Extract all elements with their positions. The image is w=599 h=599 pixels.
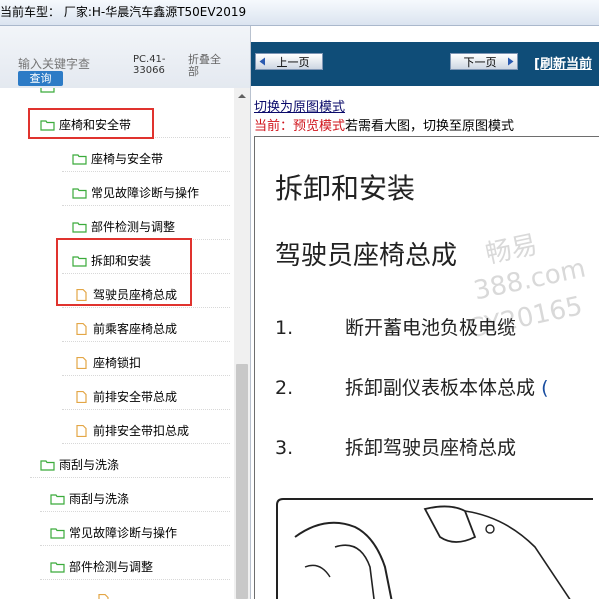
folder-open-icon	[72, 222, 87, 233]
document-preview: 畅易 388.com CY20165 拆卸和安装 驾驶员座椅总成 1. 断开蓄电池…	[254, 136, 599, 599]
catalog-tree: 座椅和安全带 座椅与安全带 常见故障诊断与操作 部件检测与调整 拆卸和安装 驾驶…	[0, 88, 234, 599]
procedure-step: 1. 断开蓄电池负极电缆	[275, 317, 517, 339]
left-panel: 查询 PC.41-33066 折叠全部 座椅和安全带 座椅与安全带 常见故障诊断…	[0, 26, 251, 599]
page-nav-bar: 上一页 下一页 [刷新当前	[251, 42, 599, 86]
tree-item-label: 前排安全带总成	[93, 390, 178, 404]
folder-open-icon	[50, 528, 65, 539]
tree-item-label: 前排安全带扣总成	[93, 424, 190, 438]
next-page-button[interactable]: 下一页	[450, 53, 518, 70]
tree-item-label: 前乘客座椅总成	[93, 322, 178, 336]
tree-item-label: 座椅与安全带	[91, 152, 164, 166]
search-button[interactable]: 查询	[18, 71, 63, 86]
folder-open-icon	[40, 460, 55, 471]
tree-item-label: 常见故障诊断与操作	[91, 186, 200, 200]
highlight-box-category	[28, 108, 154, 139]
tree-item-label: 座椅锁扣	[93, 356, 142, 370]
tree-item-front-buckle[interactable]: 前排安全带扣总成	[74, 420, 189, 442]
tree-item-label: 雨刮与洗涤	[59, 458, 120, 472]
document-icon	[76, 323, 87, 335]
content-panel: 上一页 下一页 [刷新当前 切换为原图模式 当前：预览模式若需看大图，切换至原图…	[251, 26, 599, 599]
tree-item-seat-latch[interactable]: 座椅锁扣	[74, 352, 141, 374]
mode-current-prefix: 当前：	[254, 119, 294, 134]
tree-item-fault-diagnosis[interactable]: 常见故障诊断与操作	[72, 182, 199, 204]
folder-open-icon	[40, 88, 55, 93]
seat-diagram	[276, 498, 593, 599]
vehicle-title: 当前车型： 厂家:H-华晨汽车鑫源T50EV2019	[0, 5, 247, 19]
tree-item-partial[interactable]	[40, 88, 59, 98]
document-title: 拆卸和安装	[275, 172, 416, 205]
scroll-thumb[interactable]	[236, 364, 248, 599]
title-bar: 当前车型： 厂家:H-华晨汽车鑫源T50EV2019	[0, 0, 599, 26]
folder-open-icon	[72, 154, 87, 165]
search-input[interactable]	[6, 56, 136, 72]
mode-current-value: 预览模式	[293, 119, 346, 134]
document-icon	[76, 357, 87, 369]
scroll-up-icon[interactable]	[234, 88, 250, 104]
tree-item-wiper-inspection[interactable]: 部件检测与调整	[50, 556, 153, 578]
procedure-step: 3. 拆卸驾驶员座椅总成	[275, 437, 517, 459]
folder-open-icon	[72, 188, 87, 199]
document-icon	[76, 391, 87, 403]
tree-item-seat-belt[interactable]: 座椅与安全带	[72, 148, 163, 170]
tree-item-component-inspection[interactable]: 部件检测与调整	[72, 216, 175, 238]
document-subtitle: 驾驶员座椅总成	[275, 241, 458, 271]
search-area: 查询 PC.41-33066 折叠全部	[0, 26, 250, 88]
highlight-box-selection	[56, 238, 192, 306]
tree-item-label: 部件检测与调整	[69, 560, 154, 574]
prev-page-button[interactable]: 上一页	[255, 53, 323, 70]
tree-item-front-belt[interactable]: 前排安全带总成	[74, 386, 177, 408]
mode-status: 当前：预览模式若需看大图，切换至原图模式	[254, 115, 514, 134]
tree-item-partial-bottom[interactable]	[96, 589, 115, 599]
tree-item-label: 雨刮与洗涤	[69, 492, 130, 506]
tree-item-passenger-seat[interactable]: 前乘客座椅总成	[74, 318, 177, 340]
switch-original-mode-link[interactable]: 切换为原图模式	[254, 96, 345, 115]
arrow-right-icon	[508, 57, 514, 66]
tree-item-label: 部件检测与调整	[91, 220, 176, 234]
arrow-left-icon	[259, 57, 265, 66]
tree-scrollbar[interactable]	[234, 88, 250, 599]
pc-code-label: PC.41-33066	[133, 54, 166, 76]
mode-hint: 若需看大图，切换至原图模式	[345, 119, 515, 134]
tree-item-wipers-sub[interactable]: 雨刮与洗涤	[50, 488, 129, 510]
procedure-step: 2. 拆卸副仪表板本体总成 (	[275, 377, 549, 399]
document-icon	[76, 425, 87, 437]
document-icon	[98, 594, 109, 599]
fold-all-button[interactable]: 折叠全部	[188, 54, 230, 78]
folder-open-icon	[50, 562, 65, 573]
tree-item-wipers[interactable]: 雨刮与洗涤	[40, 454, 119, 476]
refresh-current-link[interactable]: [刷新当前	[534, 53, 592, 72]
folder-open-icon	[50, 494, 65, 505]
tree-item-label: 常见故障诊断与操作	[69, 526, 178, 540]
tree-item-wiper-fault[interactable]: 常见故障诊断与操作	[50, 522, 177, 544]
